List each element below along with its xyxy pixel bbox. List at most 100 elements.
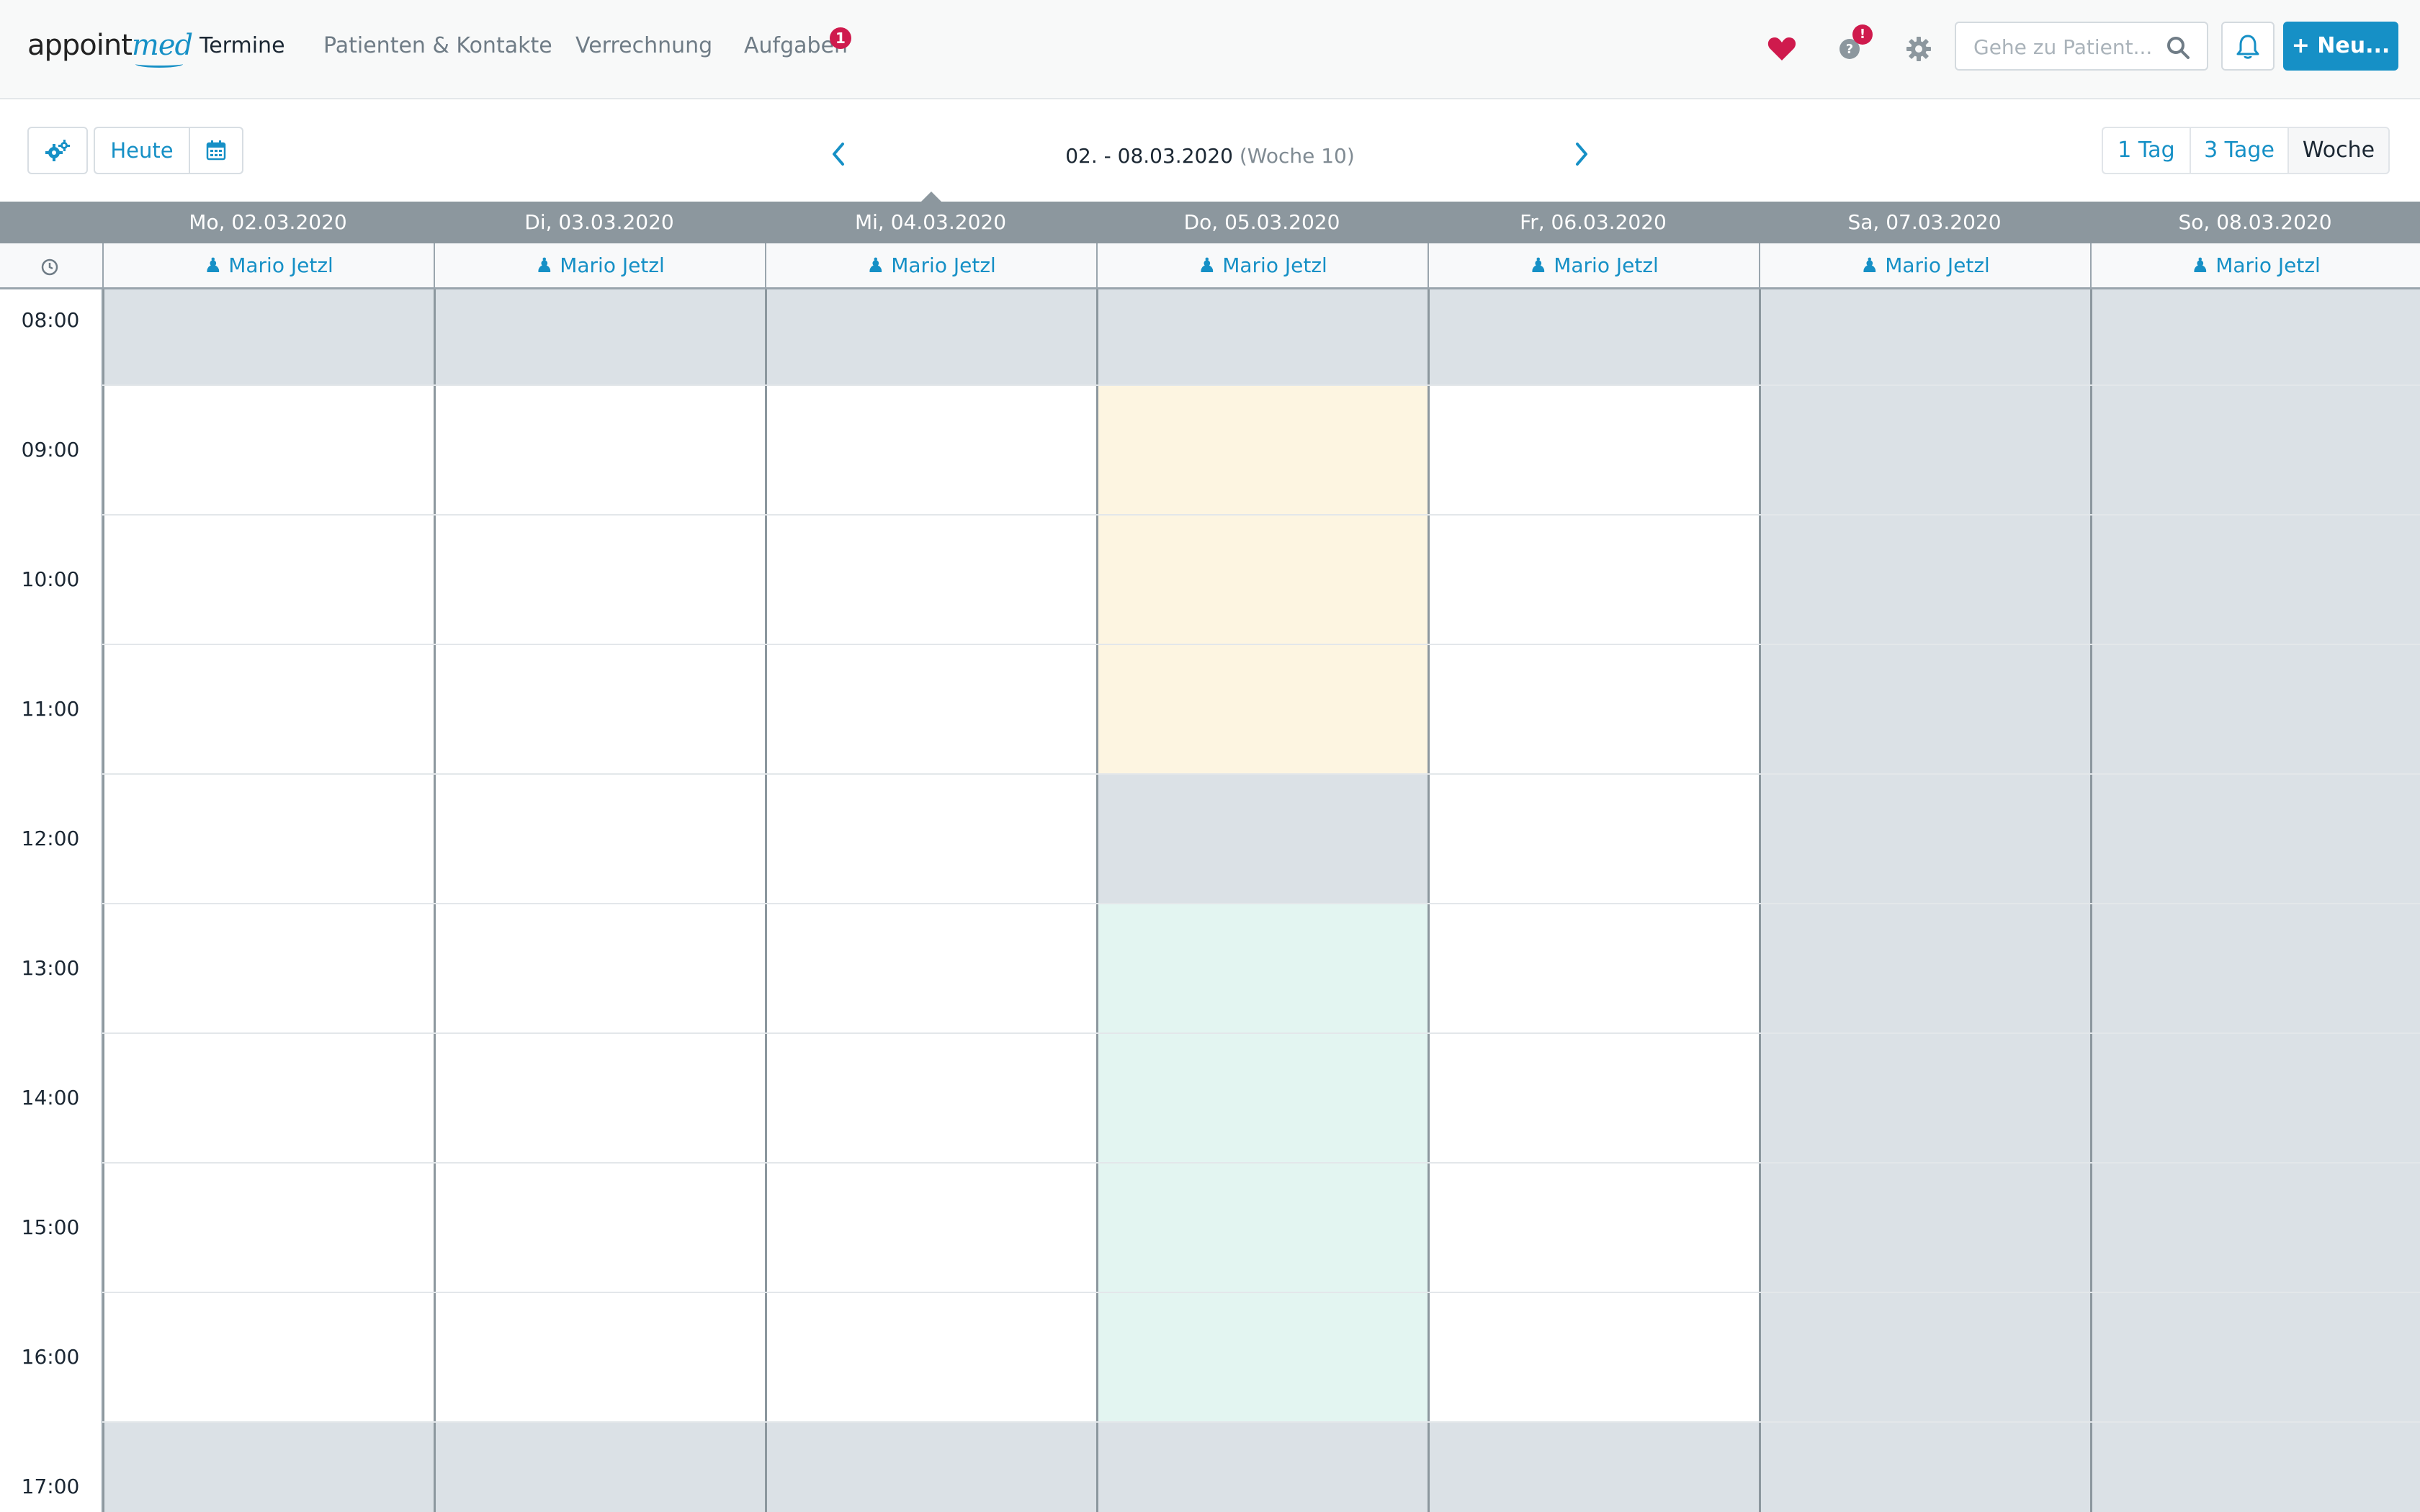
resource-wednesday[interactable]: ♟ Mario Jetzl xyxy=(765,243,1096,287)
time-label: 16:00 xyxy=(21,1345,80,1369)
hour-line xyxy=(0,1421,2420,1423)
calendar-settings-button[interactable] xyxy=(27,127,88,174)
day-header-tuesday[interactable]: Di, 03.03.2020 xyxy=(434,202,765,243)
closed-day-block xyxy=(2092,289,2420,1512)
user-md-icon: ♟ xyxy=(535,253,554,277)
time-label: 10:00 xyxy=(21,567,80,591)
day-column-sunday[interactable] xyxy=(2090,289,2420,1512)
time-label: 13:00 xyxy=(21,956,80,980)
closed-time-block xyxy=(767,289,1096,384)
time-label: 14:00 xyxy=(21,1086,80,1110)
today-button[interactable]: Heute xyxy=(94,127,190,174)
patient-search-box[interactable] xyxy=(1955,22,2208,71)
calendar-grid: 08:00 09:00 10:00 11:00 12:00 13:00 14:0… xyxy=(0,289,2420,1512)
closed-time-block xyxy=(1430,289,1759,384)
resource-name: Mario Jetzl xyxy=(1554,253,1659,277)
view-week-button[interactable]: Woche xyxy=(2287,127,2390,174)
hour-line xyxy=(0,1292,2420,1293)
closed-time-block xyxy=(1098,289,1428,384)
hour-line xyxy=(0,1032,2420,1034)
resource-name: Mario Jetzl xyxy=(1885,253,1990,277)
resource-sunday[interactable]: ♟ Mario Jetzl xyxy=(2090,243,2420,287)
appointmed-logo[interactable]: appointmed xyxy=(27,29,193,72)
previous-week-arrow-icon[interactable] xyxy=(827,140,850,168)
resource-name: Mario Jetzl xyxy=(2215,253,2321,277)
resource-tuesday[interactable]: ♟ Mario Jetzl xyxy=(434,243,765,287)
availability-block-morning[interactable] xyxy=(1098,384,1428,773)
resource-thursday[interactable]: ♟ Mario Jetzl xyxy=(1096,243,1428,287)
day-header-saturday[interactable]: Sa, 07.03.2020 xyxy=(1759,202,2090,243)
time-label: 17:00 xyxy=(21,1475,80,1498)
hour-line xyxy=(0,384,2420,386)
date-range-text: 02. - 08.03.2020 xyxy=(1065,144,1233,168)
bell-icon xyxy=(2236,35,2259,59)
cogs-icon xyxy=(45,140,70,161)
resource-friday[interactable]: ♟ Mario Jetzl xyxy=(1428,243,1759,287)
user-md-icon: ♟ xyxy=(1860,253,1879,277)
closed-time-block xyxy=(436,289,765,384)
day-header-sunday[interactable]: So, 08.03.2020 xyxy=(2090,202,2420,243)
user-md-icon: ♟ xyxy=(1198,253,1216,277)
calendar-toolbar: Heute 02. - 08.03.2020 (Woche 10) 1 Tag … xyxy=(0,101,2420,202)
resource-name: Mario Jetzl xyxy=(228,253,333,277)
day-column-friday[interactable] xyxy=(1428,289,1759,1512)
closed-time-block xyxy=(1098,773,1428,903)
day-column-tuesday[interactable] xyxy=(434,289,765,1512)
hour-line xyxy=(0,1162,2420,1164)
day-column-saturday[interactable] xyxy=(1759,289,2090,1512)
view-3-days-button[interactable]: 3 Tage xyxy=(2190,127,2289,174)
day-header-friday[interactable]: Fr, 06.03.2020 xyxy=(1428,202,1759,243)
resource-saturday[interactable]: ♟ Mario Jetzl xyxy=(1759,243,2090,287)
closed-day-block xyxy=(1761,289,2090,1512)
nav-patienten-kontakte[interactable]: Patienten & Kontakte xyxy=(323,33,552,58)
user-md-icon: ♟ xyxy=(866,253,885,277)
hour-line xyxy=(0,773,2420,775)
day-header-monday[interactable]: Mo, 02.03.2020 xyxy=(102,202,434,243)
day-header-wednesday[interactable]: Mi, 04.03.2020 xyxy=(765,202,1096,243)
time-label: 12:00 xyxy=(21,827,80,850)
time-label: 11:00 xyxy=(21,697,80,721)
heart-icon[interactable] xyxy=(1762,29,1802,69)
gear-icon[interactable] xyxy=(1899,29,1939,69)
resource-monday[interactable]: ♟ Mario Jetzl xyxy=(102,243,434,287)
day-header-row: Mo, 02.03.2020 Di, 03.03.2020 Mi, 04.03.… xyxy=(0,202,2420,243)
view-1-day-button[interactable]: 1 Tag xyxy=(2102,127,2191,174)
nav-termine[interactable]: Termine xyxy=(200,33,285,58)
resource-name: Mario Jetzl xyxy=(560,253,665,277)
time-label: 08:00 xyxy=(21,308,80,332)
time-label: 09:00 xyxy=(21,438,80,462)
day-column-monday[interactable] xyxy=(102,289,434,1512)
closed-time-block xyxy=(104,289,434,384)
calendar-icon xyxy=(206,140,226,161)
user-md-icon: ♟ xyxy=(1529,253,1548,277)
time-axis: 08:00 09:00 10:00 11:00 12:00 13:00 14:0… xyxy=(0,289,102,1512)
clock-icon xyxy=(41,258,58,276)
date-picker-button[interactable] xyxy=(189,127,243,174)
notifications-button[interactable] xyxy=(2221,22,2275,71)
hour-line xyxy=(0,644,2420,645)
new-entry-button[interactable]: + Neu... xyxy=(2283,22,2398,71)
search-icon[interactable] xyxy=(2165,35,2191,60)
day-column-wednesday[interactable] xyxy=(765,289,1096,1512)
user-md-icon: ♟ xyxy=(2191,253,2210,277)
user-md-icon: ♟ xyxy=(204,253,223,277)
nav-verrechnung[interactable]: Verrechnung xyxy=(575,33,712,58)
tasks-count-badge: 1 xyxy=(830,27,851,49)
closed-time-block xyxy=(767,1421,1096,1512)
day-header-thursday[interactable]: Do, 05.03.2020 xyxy=(1096,202,1428,243)
closed-time-block xyxy=(1098,1421,1428,1512)
patient-search-input[interactable] xyxy=(1972,32,2159,62)
next-week-arrow-icon[interactable] xyxy=(1570,140,1593,168)
resource-name: Mario Jetzl xyxy=(1222,253,1327,277)
closed-time-block xyxy=(104,1421,434,1512)
resource-name: Mario Jetzl xyxy=(891,253,996,277)
day-column-thursday[interactable] xyxy=(1096,289,1428,1512)
today-marker xyxy=(921,192,941,202)
closed-time-block xyxy=(1430,1421,1759,1512)
resource-row: ♟ Mario Jetzl ♟ Mario Jetzl ♟ Mario Jetz… xyxy=(0,243,2420,289)
svg-text:?: ? xyxy=(1846,42,1853,57)
top-navbar: appointmed Termine Patienten & Kontakte … xyxy=(0,0,2420,99)
hour-line xyxy=(0,514,2420,516)
closed-time-block xyxy=(436,1421,765,1512)
date-range-label: 02. - 08.03.2020 (Woche 10) xyxy=(1008,144,1412,168)
